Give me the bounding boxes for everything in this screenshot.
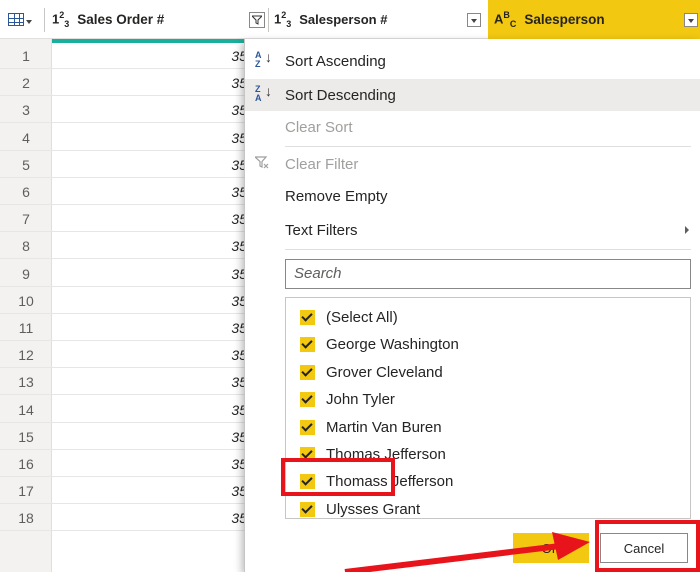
annotation-arrow xyxy=(344,532,590,572)
